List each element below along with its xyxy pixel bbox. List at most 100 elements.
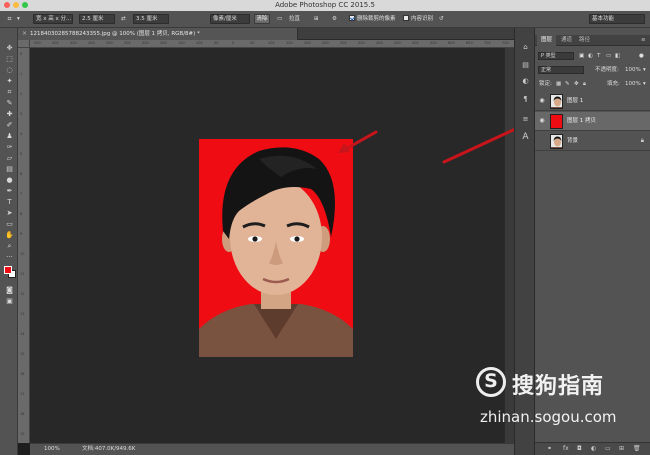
visibility-eye-icon[interactable]: ◉ — [538, 97, 546, 105]
lock-move-icon[interactable]: ✥ — [574, 78, 579, 90]
zoom-tool-icon[interactable]: ⌕ — [5, 242, 14, 251]
hand-tool-icon[interactable]: ✋ — [5, 231, 14, 240]
paragraph-panel-icon[interactable]: ¶ — [520, 94, 531, 105]
layer-filter-select[interactable]: P 类型 — [538, 52, 574, 60]
width-field[interactable]: 2.5 厘米 — [79, 14, 115, 24]
ruler-origin[interactable] — [18, 40, 30, 48]
eraser-tool-icon[interactable]: ▱ — [5, 154, 14, 163]
delete-cropped-checkbox[interactable]: 删除裁剪的像素 — [349, 14, 396, 25]
type-tool-icon[interactable]: T — [5, 198, 14, 207]
add-mask-icon[interactable]: ◘ — [577, 445, 582, 452]
ruler-tick-label: 100 — [268, 41, 275, 45]
fill-value[interactable]: 100% — [625, 78, 641, 90]
fill-label: 填充: — [607, 81, 620, 87]
foreground-color-swatch[interactable] — [4, 266, 12, 274]
filter-type-icon[interactable]: T — [597, 50, 600, 62]
document-tab-bar: × 12184030285788243355.jpg @ 100% (图层 1 … — [18, 28, 514, 40]
delete-cropped-check-icon[interactable] — [349, 15, 355, 21]
filter-adjustment-icon[interactable]: ◐ — [588, 50, 593, 62]
marquee-tool-icon[interactable]: ⬚ — [5, 55, 14, 64]
document-tab[interactable]: × 12184030285788243355.jpg @ 100% (图层 1 … — [18, 28, 298, 40]
layer-row-selected[interactable]: ◉ 图层 1 拷贝 — [535, 112, 650, 131]
pen-tool-icon[interactable]: ✒ — [5, 187, 14, 196]
brush-tool-icon[interactable]: ✐ — [5, 121, 14, 130]
layer-name[interactable]: 图层 1 — [567, 92, 583, 111]
layer-row-background[interactable]: 背景 🔒︎ — [535, 132, 650, 151]
layer-row[interactable]: ◉ 图层 1 — [535, 92, 650, 111]
new-layer-icon[interactable]: ⊞ — [619, 445, 624, 452]
character-panel-icon[interactable]: A — [520, 132, 531, 143]
layer-thumbnail — [550, 134, 563, 149]
new-adjustment-icon[interactable]: ◐ — [591, 445, 596, 452]
opacity-value[interactable]: 100% — [625, 64, 641, 76]
ruler-tick-label: 2 — [20, 92, 23, 96]
gradient-tool-icon[interactable]: ▤ — [5, 165, 14, 174]
portrait-photo[interactable] — [199, 139, 353, 357]
close-document-icon[interactable]: × — [22, 28, 27, 40]
face-thumbnail-icon — [551, 95, 562, 108]
ruler-tick-label: 1 — [20, 72, 23, 76]
filter-smart-object-icon[interactable]: ◧ — [615, 50, 620, 62]
reset-icon[interactable]: ↺ — [439, 14, 444, 25]
content-aware-label: 内容识别 — [411, 16, 434, 22]
healing-brush-tool-icon[interactable]: ✚ — [5, 110, 14, 119]
history-brush-tool-icon[interactable]: ✑ — [5, 143, 14, 152]
straighten-label[interactable]: 拉直 — [289, 14, 300, 25]
overlay-grid-icon[interactable]: ⊞ — [314, 14, 319, 25]
properties-panel-icon[interactable]: ▤ — [520, 60, 531, 71]
filter-toggle-icon[interactable]: ● — [639, 50, 644, 62]
magic-wand-tool-icon[interactable]: ✦ — [5, 77, 14, 86]
filter-pixel-icon[interactable]: ▣ — [579, 50, 584, 62]
sogou-logo: S — [476, 367, 506, 397]
horizontal-ruler[interactable]: 550 500 450 400 350 300 250 200 150 100 50 0 50 100 15… — [30, 40, 514, 48]
watermark-brand: 搜狗指南 — [512, 374, 605, 399]
crop-tool-icon[interactable]: ⌗ — [5, 88, 14, 97]
link-layers-icon[interactable]: ⚭ — [547, 445, 552, 452]
crop-preset-chevron-icon[interactable]: ▾ — [17, 14, 20, 25]
shape-tool-icon[interactable]: ▭ — [5, 220, 14, 229]
swap-dimensions-icon[interactable]: ⇄ — [121, 14, 126, 25]
content-aware-checkbox[interactable]: 内容识别 — [403, 14, 433, 25]
vertical-ruler[interactable]: 0 1 2 3 4 5 6 7 8 9 10 11 12 13 14 15 16 17 18 19 — [18, 48, 30, 443]
lock-paint-icon[interactable]: ✎ — [565, 78, 570, 90]
ratio-select[interactable]: 宽 x 高 x 分... — [33, 14, 73, 24]
workspace-select[interactable]: 基本功能 — [589, 14, 645, 24]
screen-mode-icon[interactable]: ▣ — [5, 297, 14, 306]
height-field[interactable]: 3.5 厘米 — [133, 14, 169, 24]
layer-style-icon[interactable]: fx — [563, 445, 569, 452]
dodge-tool-icon[interactable]: ● — [5, 176, 14, 185]
new-group-icon[interactable]: ▭ — [605, 445, 611, 452]
lock-all-icon[interactable]: 🔒︎ — [583, 78, 586, 90]
adjustments-panel-icon[interactable]: ◐ — [520, 76, 531, 87]
crop-settings-gear-icon[interactable]: ⚙ — [332, 14, 337, 25]
history-panel-icon[interactable]: ⌂ — [520, 42, 531, 53]
straighten-icon[interactable]: ▭ — [277, 14, 282, 25]
more-tools-icon[interactable]: ··· — [5, 253, 14, 262]
fill-chevron-icon[interactable]: ▾ — [643, 78, 646, 90]
quick-mask-icon[interactable]: ◙ — [5, 286, 14, 295]
document-info[interactable]: 文档:407.0K/949.6K — [82, 444, 135, 455]
zoom-level[interactable]: 100% — [44, 444, 60, 455]
opacity-chevron-icon[interactable]: ▾ — [643, 64, 646, 76]
clear-button[interactable]: 清除 — [254, 14, 270, 24]
layer-name[interactable]: 图层 1 拷贝 — [567, 112, 596, 131]
crop-tool-preset-icon[interactable]: ⌗ — [5, 15, 14, 24]
tab-channels[interactable]: 通道 — [561, 35, 572, 46]
blend-mode-select[interactable]: 正常 — [538, 66, 584, 74]
units-select[interactable]: 像素/厘米 — [210, 14, 250, 24]
swatches-panel-icon[interactable]: ≡ — [520, 114, 531, 125]
eyedropper-tool-icon[interactable]: ✎ — [5, 99, 14, 108]
move-tool-icon[interactable]: ✥ — [5, 44, 14, 53]
clone-stamp-tool-icon[interactable]: ♟ — [5, 132, 14, 141]
layer-name[interactable]: 背景 — [567, 132, 578, 151]
delete-layer-icon[interactable]: 🗑︎ — [633, 445, 641, 452]
tab-paths[interactable]: 路径 — [579, 35, 590, 46]
tab-layers[interactable]: 图层 — [537, 35, 557, 46]
lasso-tool-icon[interactable]: ◌ — [5, 66, 14, 75]
visibility-eye-icon[interactable]: ◉ — [538, 117, 546, 125]
panel-menu-icon[interactable]: ≡ — [641, 35, 646, 46]
lock-transparent-icon[interactable]: ▦ — [556, 78, 561, 90]
content-aware-check-icon[interactable] — [403, 15, 409, 21]
filter-shape-icon[interactable]: ▭ — [606, 50, 611, 62]
path-selection-tool-icon[interactable]: ➤ — [5, 209, 14, 218]
